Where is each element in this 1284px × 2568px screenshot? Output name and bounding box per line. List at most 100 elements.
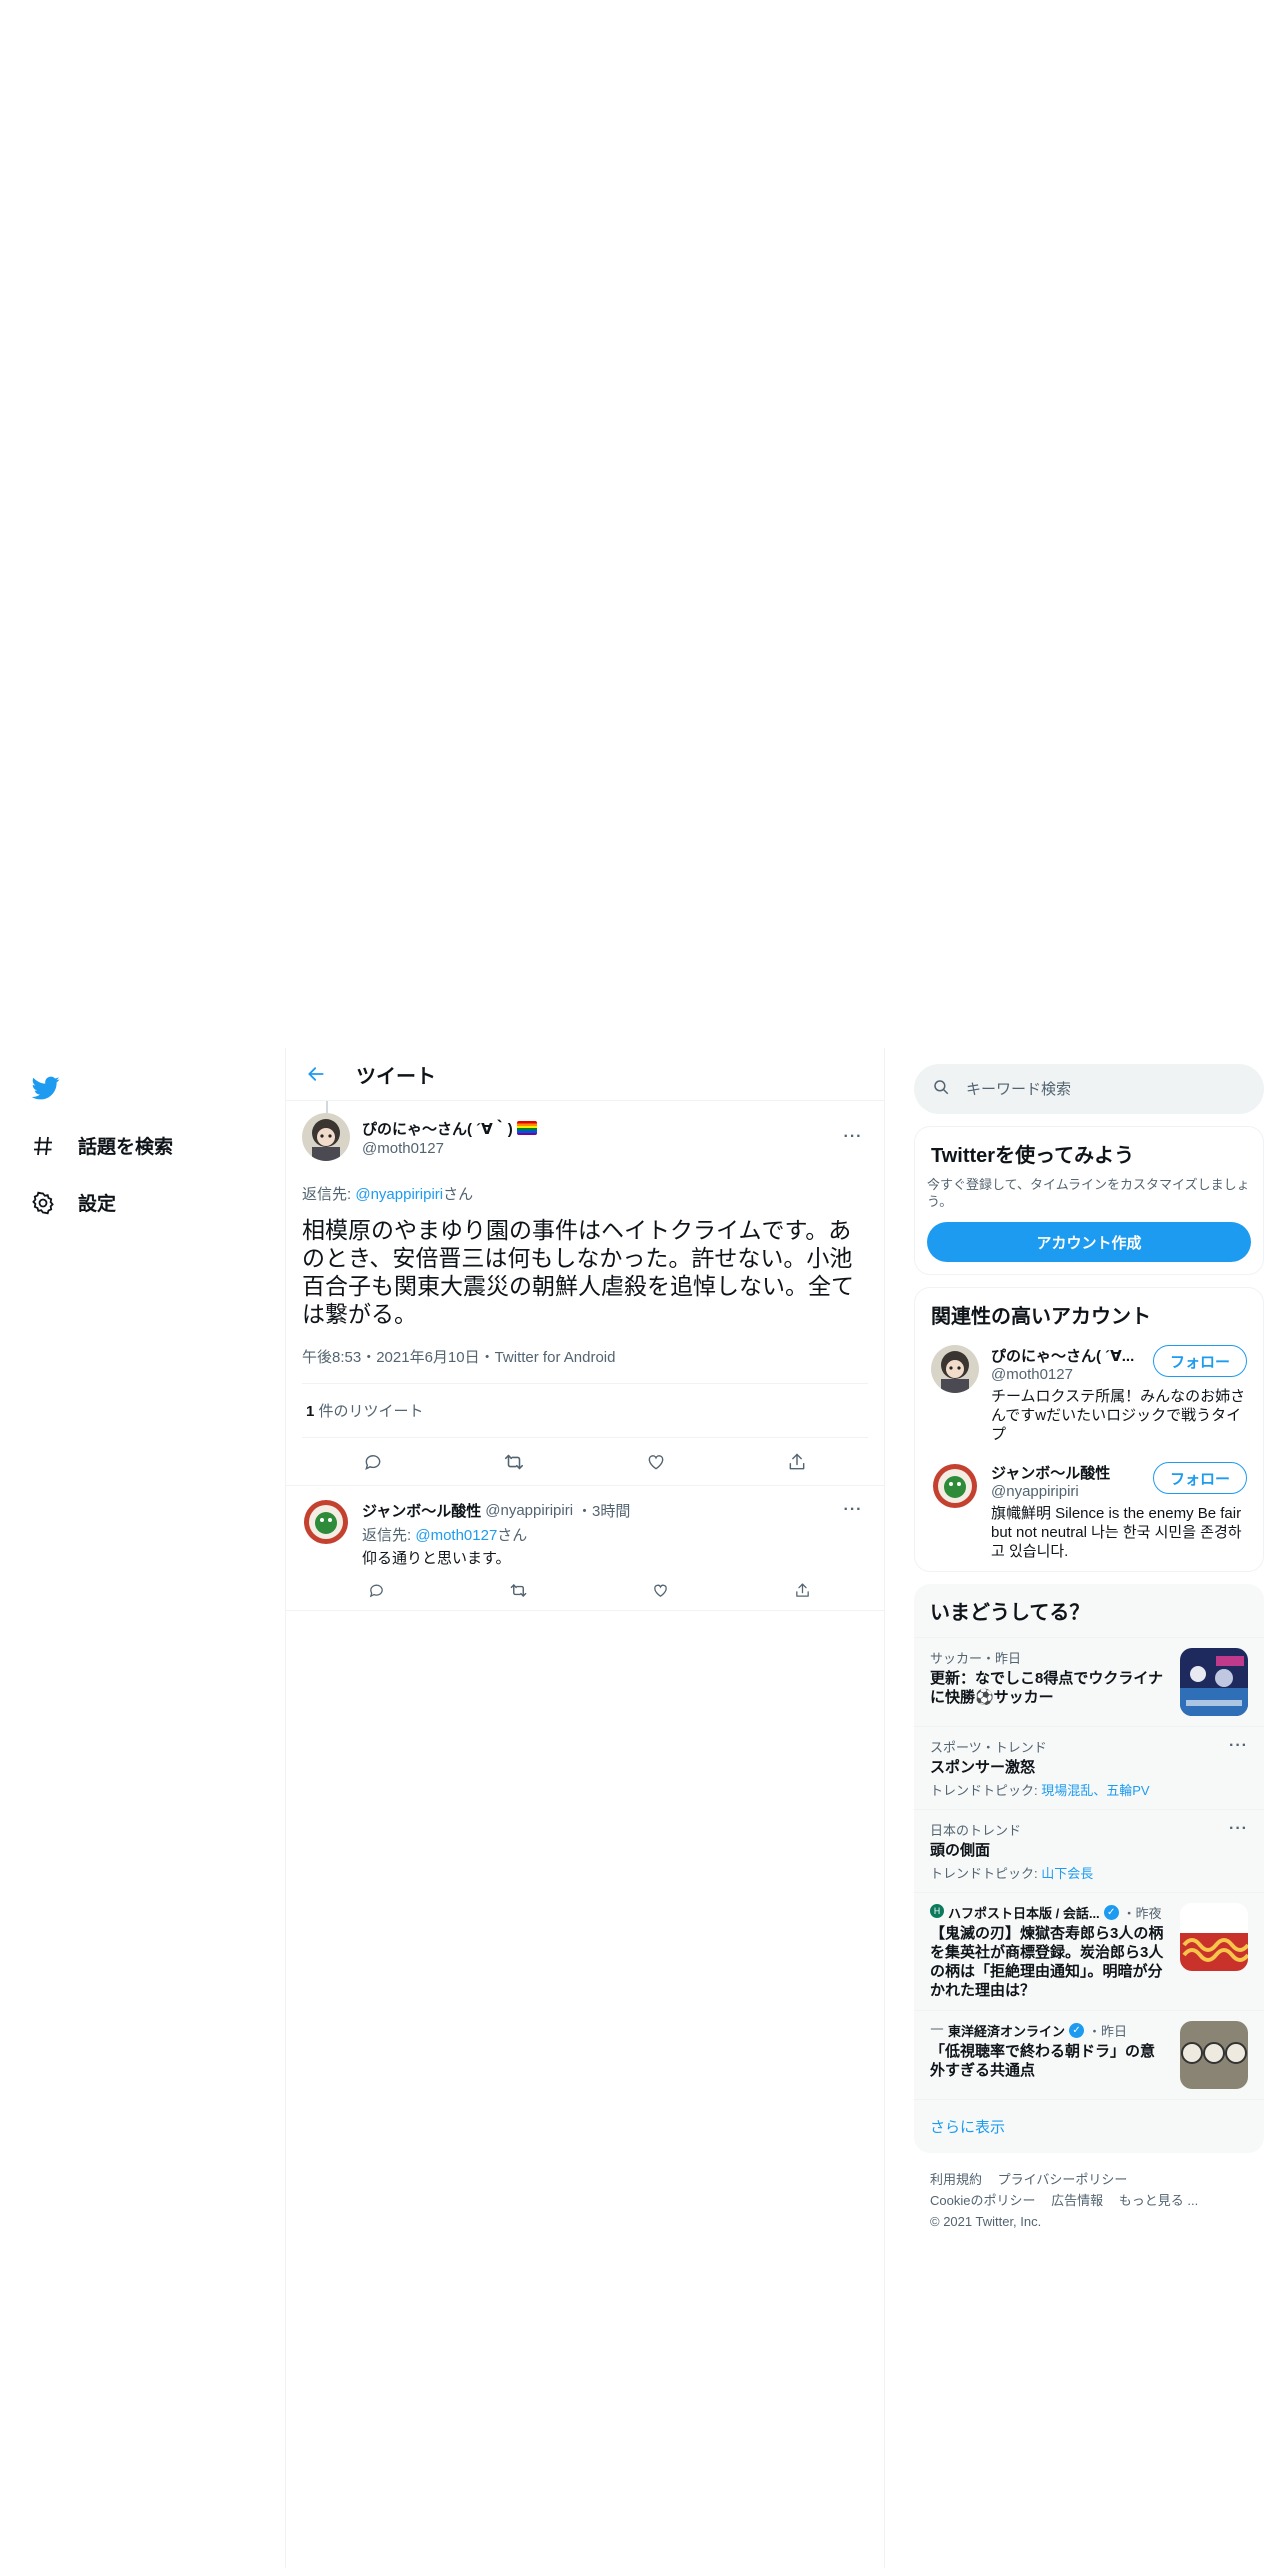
follow-button[interactable]: フォロー: [1152, 1345, 1247, 1377]
search-icon: [932, 1078, 950, 1101]
avatar[interactable]: [302, 1113, 350, 1161]
svg-text:H: H: [934, 1906, 940, 1916]
twitter-logo-icon[interactable]: [30, 1074, 62, 1102]
main-tweet: ぴのにゃ～さん( ´∀｀) @moth0127 ··· 返信先: @nyappi…: [286, 1101, 884, 1486]
footer-link[interactable]: 広告情報: [1051, 2193, 1103, 2208]
retweet-icon[interactable]: [504, 1576, 532, 1604]
account-top: ぴのにゃ～さん( ´∀... @moth0127 フォロー: [991, 1345, 1247, 1383]
tweet-timestamp[interactable]: 午後8:53・2021年6月10日・Twitter for Android: [302, 1346, 868, 1384]
retweet-icon[interactable]: [497, 1445, 531, 1479]
account-handle[interactable]: @moth0127: [991, 1366, 1153, 1383]
trends-card: いまどうしてる？ サッカー・昨日 更新：なでしこ8得点でウクライナに快勝⚽サッカ…: [914, 1584, 1264, 2153]
more-options-icon[interactable]: ···: [838, 1125, 868, 1149]
account-name[interactable]: ジャンボ～ル酸性: [991, 1462, 1153, 1483]
create-account-button[interactable]: アカウント作成: [927, 1222, 1251, 1262]
trend-topics-prefix: トレンドトピック:: [930, 1866, 1042, 1881]
reply-to-line: 返信先: @nyappiripiriさん: [302, 1183, 868, 1204]
account-names: ジャンボ～ル酸性 @nyappiripiri: [991, 1462, 1153, 1500]
reply-author-handle[interactable]: @nyappiripiri: [485, 1502, 573, 1519]
trend-context: 日本のトレンド: [930, 1823, 1022, 1838]
reply-to-handle[interactable]: @nyappiripiri: [355, 1186, 443, 1203]
reply-body: ジャンボ～ル酸性 @nyappiripiri ・3時間 ··· 返信先: @mo…: [362, 1498, 868, 1604]
nav-settings[interactable]: 設定: [30, 1189, 116, 1216]
trend-topics: トレンドトピック: 山下会長: [930, 1863, 1248, 1882]
trend-time: ・昨日: [1088, 2024, 1128, 2039]
trend-main: サッカー・昨日 更新：なでしこ8得点でウクライナに快勝⚽サッカー: [930, 1648, 1168, 1716]
retweet-count-label: 件のリツイート: [314, 1403, 424, 1420]
back-arrow-icon[interactable]: [300, 1058, 332, 1090]
footer-link[interactable]: もっと見る ...: [1119, 2193, 1198, 2208]
trend-thumbnail: [1180, 1648, 1248, 1716]
reply-to-suffix: さん: [497, 1527, 528, 1544]
right-sidebar: Twitterを使ってみよう 今すぐ登録して、タイムラインをカスタマイズしましょ…: [914, 1048, 1264, 2232]
tweet-text: 相模原のやまゆり園の事件はヘイトクライムです。あのとき、安倍晋三は何もしなかった…: [302, 1217, 854, 1327]
account-body: ぴのにゃ～さん( ´∀... @moth0127 フォロー チームロクステ所属！…: [991, 1345, 1247, 1444]
account-body: ジャンボ～ル酸性 @nyappiripiri フォロー 旗幟鮮明 Silence…: [991, 1462, 1247, 1561]
reply-to-prefix: 返信先:: [302, 1186, 356, 1203]
trend-topics-links[interactable]: 山下会長: [1041, 1866, 1093, 1881]
relevant-accounts-title: 関連性の高いアカウント: [931, 1306, 1151, 1328]
like-icon[interactable]: [639, 1445, 673, 1479]
source-logo-icon: H: [930, 1904, 944, 1921]
reply-tweet[interactable]: ジャンボ～ル酸性 @nyappiripiri ・3時間 ··· 返信先: @mo…: [286, 1486, 884, 1611]
signup-description: 今すぐ登録して、タイムラインをカスタマイズしましょう。: [927, 1177, 1250, 1209]
account-handle[interactable]: @nyappiripiri: [991, 1483, 1153, 1500]
footer-link[interactable]: 利用規約: [930, 2172, 982, 2187]
reply-icon[interactable]: [362, 1576, 390, 1604]
author-name-row[interactable]: ぴのにゃ～さん( ´∀｀): [362, 1118, 838, 1139]
search-bar[interactable]: [914, 1064, 1264, 1114]
trend-main: H ハフポスト日本版 / 会話... ✓ ・昨夜 【鬼滅の刃】煉獄杏寿郎ら3人の…: [930, 1903, 1168, 2000]
trend-main: 東洋経済オンライン ✓ ・昨日 「低視聴率で終わる朝ドラ」の意外すぎる共通点: [930, 2021, 1168, 2089]
trend-item[interactable]: 東洋経済オンライン ✓ ・昨日 「低視聴率で終わる朝ドラ」の意外すぎる共通点: [914, 2011, 1264, 2100]
more-options-icon[interactable]: ···: [1229, 1737, 1248, 1755]
reply-time[interactable]: ・3時間: [577, 1500, 630, 1521]
nav-explore[interactable]: 話題を検索: [30, 1132, 173, 1159]
account-name[interactable]: ぴのにゃ～さん( ´∀...: [991, 1345, 1153, 1366]
account-top: ジャンボ～ル酸性 @nyappiripiri フォロー: [991, 1462, 1247, 1500]
trend-item[interactable]: スポーツ・トレンド スポンサー激怒 トレンドトピック: 現場混乱、五輪PV ··…: [914, 1727, 1264, 1810]
reply-author-name[interactable]: ジャンボ～ル酸性: [362, 1500, 481, 1521]
account-item[interactable]: ぴのにゃ～さん( ´∀... @moth0127 フォロー チームロクステ所属！…: [915, 1333, 1263, 1450]
app-layout: 話題を検索 設定 ツイート ぴのにゃ～さん( ´∀｀) @moth0127 ··…: [0, 1048, 1284, 2568]
like-icon[interactable]: [647, 1576, 675, 1604]
trend-title: 「低視聴率で終わる朝ドラ」の意外すぎる共通点: [930, 2043, 1156, 2079]
account-bio: チームロクステ所属！みんなのお姉さんですwだいたいロジックで戦うタイプ: [991, 1388, 1246, 1443]
reply-icon[interactable]: [356, 1445, 390, 1479]
show-more-link[interactable]: さらに表示: [914, 2100, 1264, 2153]
reply-to-handle[interactable]: @moth0127: [415, 1527, 497, 1544]
trend-item[interactable]: H ハフポスト日本版 / 会話... ✓ ・昨夜 【鬼滅の刃】煉獄杏寿郎ら3人の…: [914, 1893, 1264, 2011]
trend-topics: トレンドトピック: 現場混乱、五輪PV: [930, 1780, 1248, 1799]
trend-item[interactable]: 日本のトレンド 頭の側面 トレンドトピック: 山下会長 ···: [914, 1810, 1264, 1893]
rainbow-flag-icon: [516, 1121, 537, 1135]
trend-title: スポンサー激怒: [930, 1759, 1036, 1776]
author-handle[interactable]: @moth0127: [362, 1140, 838, 1157]
author-name: ぴのにゃ～さん( ´∀｀): [362, 1120, 513, 1138]
gear-icon: [30, 1190, 56, 1216]
source-logo-icon: [930, 2022, 944, 2039]
footer-link[interactable]: プライバシーポリシー: [998, 2172, 1128, 2187]
reply-to-line: 返信先: @moth0127さん: [362, 1524, 868, 1545]
account-item[interactable]: ジャンボ～ル酸性 @nyappiripiri フォロー 旗幟鮮明 Silence…: [915, 1450, 1263, 1571]
trend-context: サッカー・昨日: [930, 1651, 1022, 1666]
more-options-icon[interactable]: ···: [1229, 1820, 1248, 1838]
avatar[interactable]: [931, 1462, 979, 1510]
footer-row-2: Cookieのポリシー 広告情報 もっと見る ...: [930, 2190, 1248, 2211]
trend-time: ・昨夜: [1122, 1906, 1162, 1921]
trend-main: 日本のトレンド 頭の側面 トレンドトピック: 山下会長: [930, 1820, 1248, 1882]
share-icon[interactable]: [780, 1445, 814, 1479]
trend-topics-links[interactable]: 現場混乱、五輪PV: [1041, 1783, 1149, 1798]
avatar[interactable]: [931, 1345, 979, 1393]
trend-item[interactable]: サッカー・昨日 更新：なでしこ8得点でウクライナに快勝⚽サッカー: [914, 1638, 1264, 1727]
trend-topics-prefix: トレンドトピック:: [930, 1783, 1042, 1798]
more-options-icon[interactable]: ···: [838, 1498, 868, 1522]
left-nav: 話題を検索 設定: [0, 1048, 285, 2568]
search-input[interactable]: [966, 1080, 1226, 1098]
share-icon[interactable]: [789, 1576, 817, 1604]
follow-button[interactable]: フォロー: [1152, 1462, 1247, 1494]
trend-source-row: H ハフポスト日本版 / 会話... ✓ ・昨夜: [930, 1903, 1168, 1922]
copyright: © 2021 Twitter, Inc.: [930, 2214, 1042, 2229]
retweet-count[interactable]: 1 件のリツイート: [302, 1384, 868, 1438]
footer-link[interactable]: Cookieのポリシー: [930, 2193, 1035, 2208]
avatar[interactable]: [302, 1498, 350, 1546]
trend-title: 更新：なでしこ8得点でウクライナに快勝⚽サッカー: [930, 1670, 1164, 1706]
